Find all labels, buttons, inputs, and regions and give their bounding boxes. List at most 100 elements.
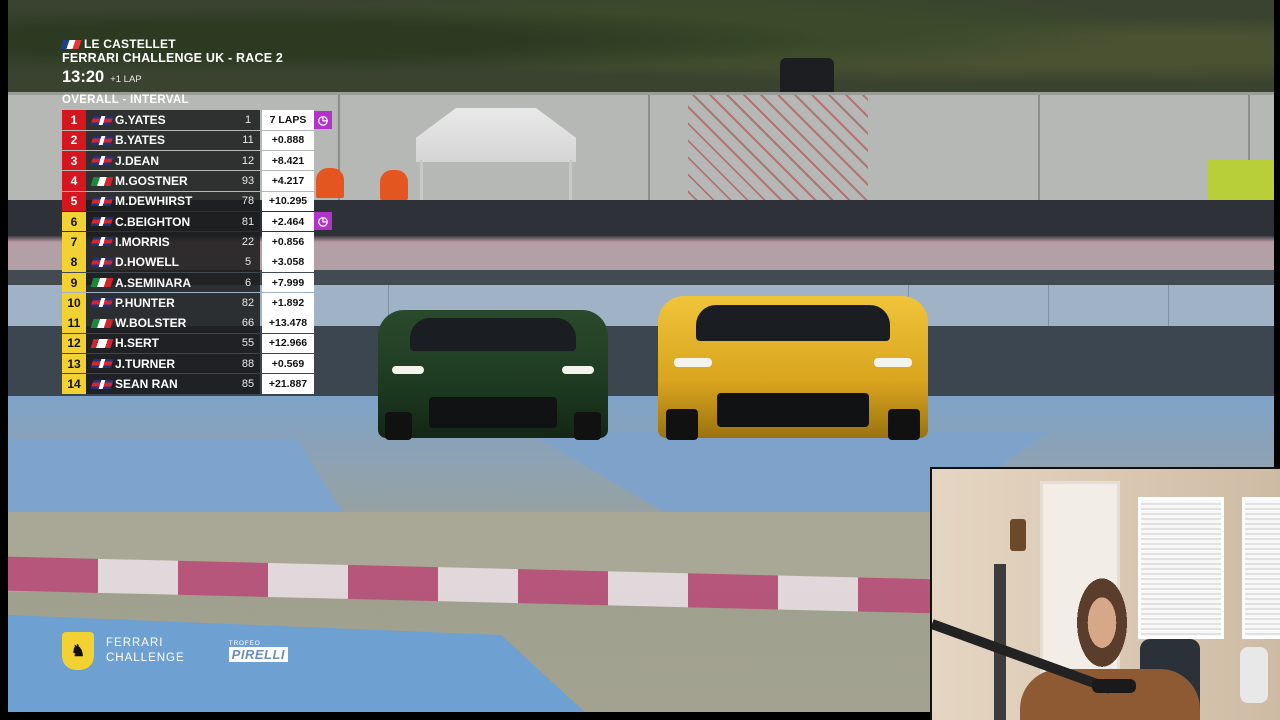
standings-row: 9 A.SEMINARA 6 +7.999 <box>62 272 342 293</box>
uk-flag-icon <box>90 217 114 227</box>
yellow-ferrari-car <box>658 296 928 440</box>
interval-gap: 7 LAPS <box>262 110 314 130</box>
driver-name: A.SEMINARA <box>115 275 192 290</box>
italy-flag-icon <box>90 176 114 186</box>
timing-tower: LE CASTELLET FERRARI CHALLENGE UK - RACE… <box>60 37 342 394</box>
driver-name: C.BEIGHTON <box>115 214 191 229</box>
position-number: 3 <box>62 150 86 171</box>
position-number: 14 <box>62 374 86 394</box>
italy-flag-icon <box>90 278 114 288</box>
car-number: 22 <box>236 232 260 252</box>
standings-row: 12 H.SERT 55 +12.966 <box>62 333 342 354</box>
driver-cell: J.DEAN <box>86 150 236 171</box>
wall-plaque <box>1010 519 1026 551</box>
standings-row: 11 W.BOLSTER 66 +13.478 <box>62 313 342 333</box>
uk-flag-icon <box>90 359 114 369</box>
driver-name: G.YATES <box>115 113 166 128</box>
position-number: 1 <box>62 110 86 130</box>
standings-row: 3 J.DEAN 12 +8.421 <box>62 150 342 171</box>
interval-gap: +0.569 <box>262 353 314 374</box>
webcam-overlay <box>930 467 1280 720</box>
driver-name: I.MORRIS <box>115 234 170 249</box>
race-clock: 13:20 +1 LAP <box>62 68 342 92</box>
microphone-icon <box>1092 679 1136 693</box>
runoff-area <box>8 440 348 520</box>
car-number: 6 <box>236 272 260 293</box>
green-ferrari-car <box>378 310 608 440</box>
series-title: FERRARI CHALLENGE UK - RACE 2 <box>62 51 284 65</box>
position-number: 4 <box>62 171 86 191</box>
standings-row: 6 C.BEIGHTON 81 +2.464 ◷ <box>62 211 342 232</box>
standings-mode: OVERALL - INTERVAL <box>62 94 189 106</box>
driver-name: J.DEAN <box>115 153 160 168</box>
standings-row: 8 D.HOWELL 5 +3.058 <box>62 252 342 272</box>
stopwatch-icon: ◷ <box>314 111 332 129</box>
position-number: 8 <box>62 252 86 272</box>
car-number: 78 <box>236 191 260 212</box>
driver-name: W.BOLSTER <box>115 316 187 331</box>
driver-cell: M.GOSTNER <box>86 171 236 191</box>
laps-note: +1 LAP <box>110 74 142 85</box>
driver-name: D.HOWELL <box>115 255 179 270</box>
uk-flag-icon <box>90 257 114 267</box>
standings-row: 14 SEAN RAN 85 +21.887 <box>62 374 342 394</box>
standings-row: 1 G.YATES 1 7 LAPS ◷ <box>62 110 342 130</box>
interval-gap: +13.478 <box>262 313 314 333</box>
standings-row: 13 J.TURNER 88 +0.569 <box>62 353 342 374</box>
driver-name: P.HUNTER <box>115 295 175 310</box>
driver-cell: SEAN RAN <box>86 374 236 394</box>
standings-row: 7 I.MORRIS 22 +0.856 <box>62 232 342 252</box>
broadcast-logos: ♞ FERRARI CHALLENGE TROFEO PIRELLI <box>62 632 289 670</box>
driver-name: J.TURNER <box>115 356 176 371</box>
driver-cell: C.BEIGHTON <box>86 211 236 232</box>
position-number: 10 <box>62 293 86 313</box>
interval-gap: +2.464 <box>262 211 314 232</box>
driver-name: M.GOSTNER <box>115 174 188 189</box>
speaker <box>1240 647 1268 703</box>
car-number: 1 <box>236 110 260 130</box>
driver-cell: J.TURNER <box>86 353 236 374</box>
driver-name: M.DEWHIRST <box>115 194 193 209</box>
car-number: 66 <box>236 313 260 333</box>
canada-flag-icon <box>90 338 114 348</box>
position-number: 7 <box>62 232 86 252</box>
italy-flag-icon <box>90 318 114 328</box>
standings-row: 10 P.HUNTER 82 +1.892 <box>62 293 342 313</box>
france-flag-icon <box>60 39 82 49</box>
interval-gap: +8.421 <box>262 150 314 171</box>
standings-row: 5 M.DEWHIRST 78 +10.295 <box>62 191 342 212</box>
uk-flag-icon <box>90 379 114 389</box>
driver-cell: M.DEWHIRST <box>86 191 236 212</box>
car-number: 82 <box>236 293 260 313</box>
position-number: 9 <box>62 272 86 293</box>
car-number: 55 <box>236 333 260 354</box>
uk-flag-icon <box>90 237 114 247</box>
standings-row: 4 M.GOSTNER 93 +4.217 <box>62 171 342 191</box>
driver-cell: I.MORRIS <box>86 232 236 252</box>
window-blind <box>1138 497 1224 639</box>
car-number: 93 <box>236 171 260 191</box>
car-number: 88 <box>236 353 260 374</box>
time-remaining: 13:20 <box>62 68 105 86</box>
interval-gap: +0.856 <box>262 232 314 252</box>
driver-cell: D.HOWELL <box>86 252 236 272</box>
venue-header: LE CASTELLET <box>60 37 342 51</box>
interval-gap: +4.217 <box>262 171 314 191</box>
ferrari-shield-icon: ♞ <box>62 632 94 670</box>
interval-gap: +0.888 <box>262 130 314 151</box>
interval-gap: +3.058 <box>262 252 314 272</box>
interval-gap: +12.966 <box>262 333 314 354</box>
position-number: 5 <box>62 191 86 212</box>
uk-flag-icon <box>90 298 114 308</box>
car-number: 5 <box>236 252 260 272</box>
driver-cell: A.SEMINARA <box>86 272 236 293</box>
driver-cell: H.SERT <box>86 333 236 354</box>
driver-cell: B.YATES <box>86 130 236 151</box>
window-blind <box>1242 497 1280 639</box>
driver-name: B.YATES <box>115 133 166 148</box>
position-number: 12 <box>62 333 86 354</box>
ferrari-challenge-logo: FERRARI CHALLENGE <box>106 637 185 664</box>
car-number: 12 <box>236 150 260 171</box>
driver-name: H.SERT <box>115 336 160 351</box>
standings-list: 1 G.YATES 1 7 LAPS ◷ 2 B.YATES 11 +0.888 3 J.DEAN 1… <box>62 110 342 394</box>
